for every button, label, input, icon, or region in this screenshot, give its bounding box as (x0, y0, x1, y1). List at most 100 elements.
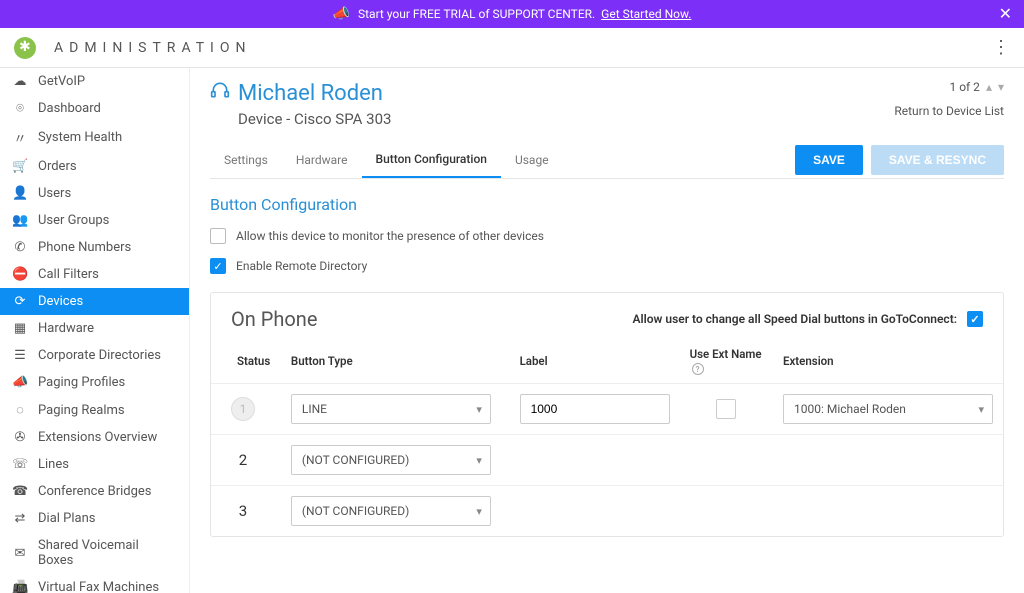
user-heading: Michael Roden (210, 80, 894, 106)
sidebar-item-label: Extensions Overview (38, 430, 157, 445)
sidebar-item-orders[interactable]: 🛒 Orders (0, 153, 189, 180)
system-health-icon: 〃 (12, 128, 28, 147)
sidebar-item-paging-realms[interactable]: ◌ Paging Realms (0, 396, 189, 424)
sidebar-item-label: Paging Profiles (38, 375, 125, 390)
pager-next-icon[interactable]: ▾ (998, 80, 1004, 94)
sidebar-item-label: System Health (38, 130, 122, 145)
user-groups-icon: 👥 (12, 213, 28, 228)
tab-settings[interactable]: Settings (210, 143, 282, 177)
paging-profiles-icon: 📣 (12, 375, 28, 390)
dashboard-icon: ⌾ (12, 101, 28, 116)
banner-text: Start your FREE TRIAL of SUPPORT CENTER. (358, 7, 595, 21)
call-filters-icon: ⛔ (12, 267, 28, 282)
allow-speed-dial-label: Allow user to change all Speed Dial butt… (633, 312, 958, 326)
col-status: Status (211, 339, 281, 384)
button-type-select[interactable]: (NOT CONFIGURED) (291, 445, 491, 475)
help-icon[interactable]: ? (692, 363, 704, 375)
allow-monitor-label: Allow this device to monitor the presenc… (236, 229, 544, 243)
card-title: On Phone (231, 307, 317, 331)
content: Michael Roden Device - Cisco SPA 303 1 o… (190, 68, 1024, 593)
headset-icon (210, 80, 230, 106)
close-icon[interactable]: ✕ (999, 4, 1012, 23)
enable-remote-checkbox[interactable]: ✓ (210, 258, 226, 274)
extension-select[interactable]: 1000: Michael Roden (783, 394, 993, 424)
users-icon: 👤 (12, 186, 28, 201)
sidebar-item-label: Devices (38, 294, 83, 309)
menu-dots-icon[interactable]: ⋮ (992, 37, 1010, 58)
tab-hardware[interactable]: Hardware (282, 143, 362, 177)
button-type-select[interactable]: (NOT CONFIGURED) (291, 496, 491, 526)
logo-icon[interactable] (14, 37, 36, 59)
orders-icon: 🛒 (12, 159, 28, 174)
sidebar-item-paging-profiles[interactable]: 📣 Paging Profiles (0, 369, 189, 396)
devices-icon: ⟳ (12, 294, 28, 309)
save-button[interactable]: SAVE (795, 145, 863, 175)
sidebar[interactable]: ☁ GetVoIP ⌾ Dashboard 〃 System Health 🛒 Orders 👤… (0, 68, 189, 593)
sidebar-item-label: Users (38, 186, 71, 201)
tab-button-config[interactable]: Button Configuration (362, 142, 501, 178)
sidebar-item-label: Call Filters (38, 267, 99, 282)
sidebar-item-call-filters[interactable]: ⛔ Call Filters (0, 261, 189, 288)
header: ADMINISTRATION ⋮ (0, 28, 1024, 68)
sidebar-item-label: Orders (38, 159, 77, 174)
paging-realms-icon: ◌ (12, 402, 28, 418)
allow-monitor-checkbox[interactable] (210, 228, 226, 244)
table-row: 3 (NOT CONFIGURED) (211, 486, 1003, 537)
sidebar-item-user-groups[interactable]: 👥 User Groups (0, 207, 189, 234)
sidebar-item-lines[interactable]: ☏ Lines (0, 451, 189, 478)
col-use-ext: Use Ext Name ? (680, 339, 773, 384)
sidebar-item-devices[interactable]: ⟳ Devices (0, 288, 189, 315)
sidebar-item-label: Dial Plans (38, 511, 95, 526)
sidebar-item-label: Conference Bridges (38, 484, 152, 499)
sidebar-item-getvoip[interactable]: ☁ GetVoIP (0, 68, 189, 95)
sidebar-item-shared-voicemail-boxes[interactable]: ✉ Shared Voicemail Boxes (0, 532, 189, 574)
col-button-type: Button Type (281, 339, 510, 384)
pager-prev-icon[interactable]: ▴ (986, 80, 992, 94)
tab-usage[interactable]: Usage (501, 143, 563, 177)
user-name: Michael Roden (238, 81, 383, 106)
virtual-fax-machines-icon: 📠 (12, 580, 28, 593)
sidebar-item-label: Virtual Fax Machines (38, 580, 159, 593)
device-subtitle: Device - Cisco SPA 303 (210, 110, 894, 128)
buttons-table: Status Button Type Label Use Ext Name ? … (211, 339, 1003, 536)
sidebar-item-label: Shared Voicemail Boxes (38, 538, 177, 568)
use-ext-checkbox[interactable] (716, 399, 736, 419)
sidebar-item-label: Hardware (38, 321, 94, 336)
hardware-icon: ▦ (12, 321, 28, 336)
sidebar-item-users[interactable]: 👤 Users (0, 180, 189, 207)
sidebar-item-hardware[interactable]: ▦ Hardware (0, 315, 189, 342)
tabbar: Settings Hardware Button Configuration U… (210, 142, 1004, 179)
sidebar-item-phone-numbers[interactable]: ✆ Phone Numbers (0, 234, 189, 261)
sidebar-item-corporate-directories[interactable]: ☰Corporate Directories (0, 342, 189, 369)
row-status-badge: 2 (231, 448, 255, 472)
sidebar-item-label: GetVoIP (38, 74, 85, 89)
sidebar-item-dial-plans[interactable]: ⇄ Dial Plans (0, 505, 189, 532)
sidebar-item-label: Phone Numbers (38, 240, 131, 255)
sidebar-item-label: Lines (38, 457, 69, 472)
shared-voicemail-boxes-icon: ✉ (12, 546, 28, 561)
sidebar-item-label: Dashboard (38, 101, 101, 116)
sidebar-item-label: Paging Realms (38, 403, 125, 418)
sidebar-item-label: Corporate Directories (38, 348, 161, 363)
allow-speed-dial-checkbox[interactable]: ✓ (967, 311, 983, 327)
sidebar-item-label: User Groups (38, 213, 109, 228)
label-input[interactable] (520, 394, 670, 424)
extensions-overview-icon: ✇ (12, 430, 28, 445)
sidebar-item-virtual-fax-machines[interactable]: 📠 Virtual Fax Machines (0, 574, 189, 593)
dial-plans-icon: ⇄ (12, 511, 28, 526)
button-type-select[interactable]: LINE (291, 394, 491, 424)
return-link[interactable]: Return to Device List (894, 104, 1004, 118)
col-label: Label (510, 339, 680, 384)
sidebar-item-extensions-overview[interactable]: ✇ Extensions Overview (0, 424, 189, 451)
section-title: Button Configuration (210, 195, 1004, 214)
lines-icon: ☏ (12, 457, 28, 472)
sidebar-item-dashboard[interactable]: ⌾ Dashboard (0, 95, 189, 122)
on-phone-card: On Phone Allow user to change all Speed … (210, 292, 1004, 537)
app-title: ADMINISTRATION (54, 40, 251, 56)
phone-numbers-icon: ✆ (12, 240, 28, 255)
save-resync-button: SAVE & RESYNC (871, 145, 1004, 175)
banner-link[interactable]: Get Started Now. (601, 7, 691, 21)
sidebar-item-system-health[interactable]: 〃 System Health (0, 122, 189, 153)
getvoip-icon: ☁ (12, 74, 28, 89)
sidebar-item-conference-bridges[interactable]: ☎Conference Bridges (0, 478, 189, 505)
